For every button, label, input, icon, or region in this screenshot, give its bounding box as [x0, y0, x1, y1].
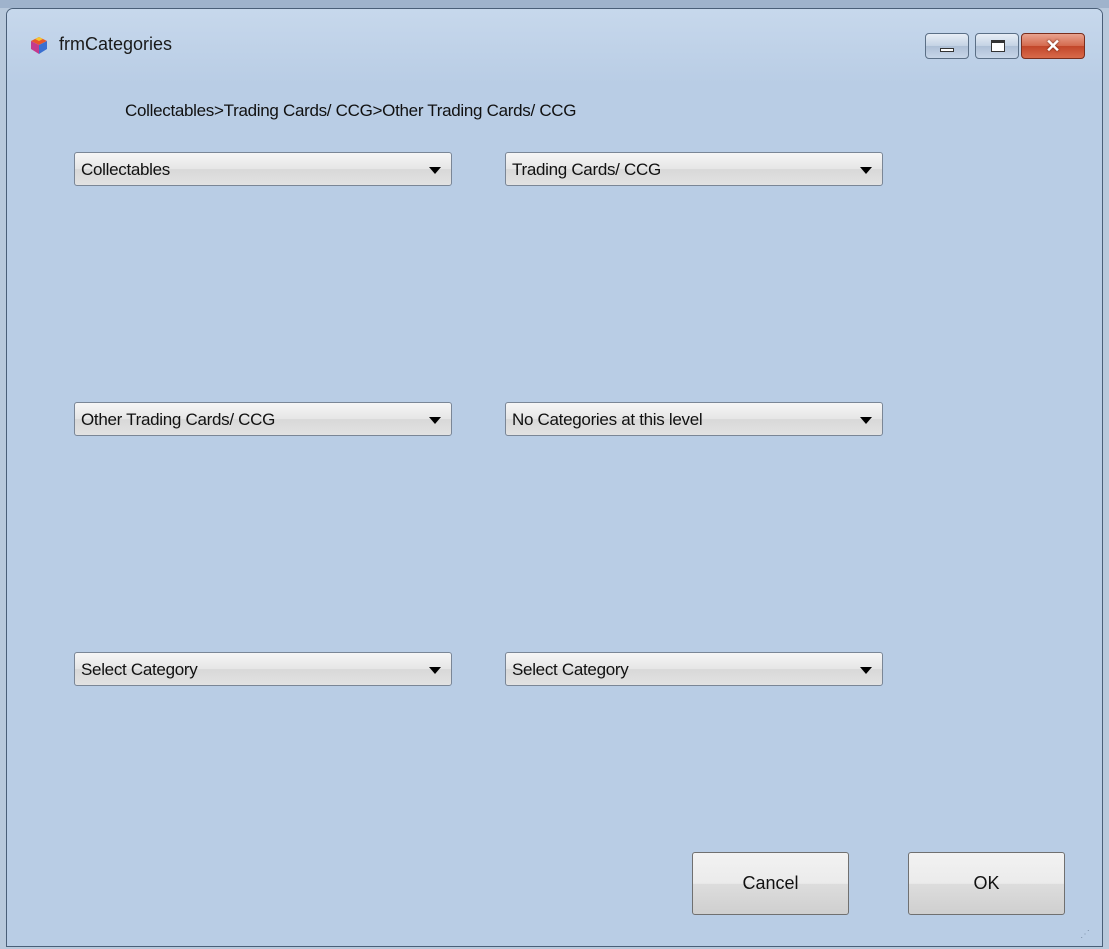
dropdown-value: Select Category — [512, 660, 629, 679]
close-icon: ✕ — [1045, 36, 1061, 56]
resize-grip-icon[interactable]: ⋰ — [1080, 930, 1090, 940]
chevron-down-icon — [860, 417, 872, 424]
chevron-down-icon — [429, 167, 441, 174]
minimize-button[interactable] — [925, 33, 969, 59]
chevron-down-icon — [860, 667, 872, 674]
dropdown-value: No Categories at this level — [512, 410, 703, 429]
category-level-3-dropdown[interactable]: Other Trading Cards/ CCG — [74, 402, 452, 436]
desktop-background — [0, 0, 1109, 8]
form-window: frmCategories ✕ Collectables>Trading Car… — [6, 8, 1103, 947]
chevron-down-icon — [860, 167, 872, 174]
dropdown-value: Trading Cards/ CCG — [512, 160, 661, 179]
category-level-5-dropdown[interactable]: Select Category — [74, 652, 452, 686]
ok-button[interactable]: OK — [908, 852, 1065, 915]
chevron-down-icon — [429, 417, 441, 424]
category-level-1-dropdown[interactable]: Collectables — [74, 152, 452, 186]
category-level-2-dropdown[interactable]: Trading Cards/ CCG — [505, 152, 883, 186]
close-button[interactable]: ✕ — [1021, 33, 1085, 59]
dropdown-value: Collectables — [81, 160, 171, 179]
maximize-button[interactable] — [975, 33, 1019, 59]
minimize-icon — [940, 48, 954, 52]
cancel-button[interactable]: Cancel — [692, 852, 849, 915]
window-title: frmCategories — [59, 34, 173, 54]
dropdown-value: Select Category — [81, 660, 198, 679]
category-level-4-dropdown[interactable]: No Categories at this level — [505, 402, 883, 436]
form-client-area — [19, 83, 1091, 941]
category-level-6-dropdown[interactable]: Select Category — [505, 652, 883, 686]
chevron-down-icon — [429, 667, 441, 674]
app-icon — [31, 37, 47, 54]
title-bar[interactable]: frmCategories ✕ — [7, 9, 1102, 83]
dropdown-value: Other Trading Cards/ CCG — [81, 410, 276, 429]
category-breadcrumb: Collectables>Trading Cards/ CCG>Other Tr… — [125, 101, 577, 120]
maximize-icon — [991, 40, 1005, 52]
